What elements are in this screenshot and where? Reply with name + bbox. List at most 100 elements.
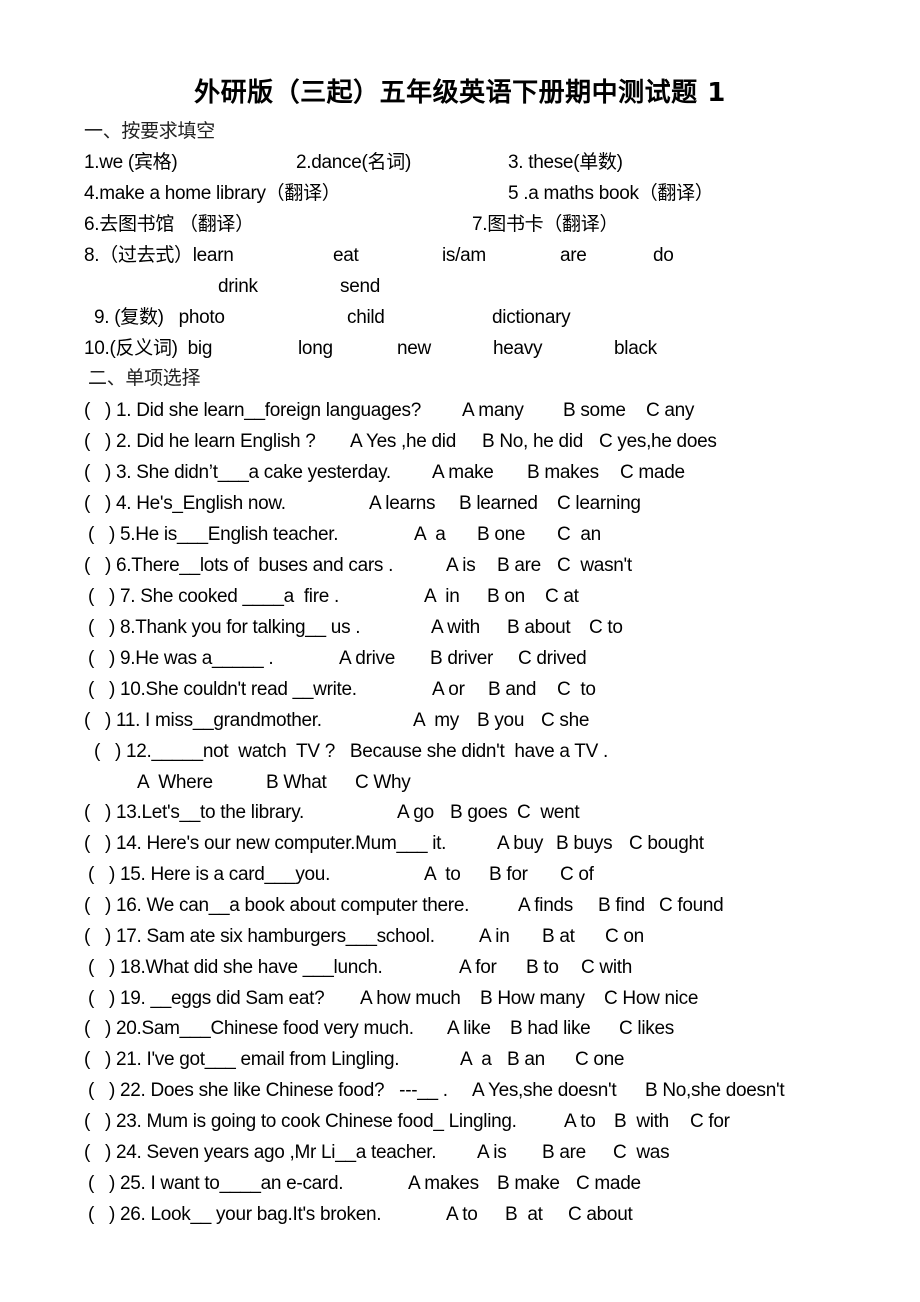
option-b: B for: [489, 864, 528, 885]
fill-row: 9. (复数) photo child dictionary: [0, 302, 920, 333]
option-b: B with: [614, 1111, 669, 1132]
question-row: ( ) 13.Let's__to the library. A go B goes C…: [0, 797, 920, 828]
option-a: A my: [413, 710, 460, 731]
option-b: B an: [507, 1049, 545, 1070]
fill-item: 3. these(单数): [508, 152, 623, 173]
option-c: C Why: [355, 772, 411, 793]
question-stem: ( ) 6.There__lots of buses and cars .: [84, 555, 394, 576]
option-a: A like: [447, 1018, 491, 1039]
option-c: C an: [557, 524, 601, 545]
section-heading-fill-in: 一、按要求填空: [0, 116, 920, 147]
option-a: A or: [432, 679, 465, 700]
question-row: ( ) 5.He is___English teacher. A a B one C …: [0, 519, 920, 550]
fill-item: black: [614, 338, 657, 359]
option-a: A in: [479, 926, 510, 947]
question-stem: ( ) 22. Does she like Chinese food? ---_…: [88, 1080, 448, 1101]
option-a: A Where: [137, 772, 213, 793]
option-c: C one: [575, 1049, 625, 1070]
option-a: A is: [477, 1142, 507, 1163]
option-a: A how much: [360, 988, 461, 1009]
section-heading: 一、按要求填空: [84, 120, 215, 142]
question-stem: ( ) 26. Look__ your bag.It's broken.: [88, 1204, 382, 1225]
question-row: ( ) 8.Thank you for talking__ us . A with…: [0, 612, 920, 643]
option-b: B at: [505, 1204, 543, 1225]
fill-item: child: [347, 307, 385, 328]
option-c: C of: [560, 864, 594, 885]
question-stem: ( ) 7. She cooked ____a fire .: [88, 586, 339, 607]
option-c: C likes: [619, 1018, 674, 1039]
option-b: B about: [507, 617, 571, 638]
question-stem: ( ) 12._____not watch TV ? Because she d…: [94, 741, 608, 762]
question-stem: ( ) 21. I've got___ email from Lingling.: [84, 1049, 400, 1070]
question-row: ( ) 16. We can__a book about computer th…: [0, 890, 920, 921]
fill-item: send: [340, 276, 381, 297]
fill-item: 1.we (宾格): [84, 152, 178, 173]
option-c: C learning: [557, 493, 641, 514]
option-a: A with: [431, 617, 480, 638]
option-c: C yes,he does: [599, 431, 717, 452]
question-stem: ( ) 24. Seven years ago ,Mr Li__a teache…: [84, 1142, 437, 1163]
option-b: B one: [477, 524, 526, 545]
question-row: ( ) 19. __eggs did Sam eat? A how much B H…: [0, 983, 920, 1014]
question-stem: ( ) 17. Sam ate six hamburgers___school.: [84, 926, 435, 947]
fill-item: long: [298, 338, 333, 359]
question-stem: ( ) 1. Did she learn__foreign languages?: [84, 400, 422, 421]
question-row: ( ) 9.He was a_____ . A drive B driver C dr…: [0, 643, 920, 674]
question-stem: ( ) 15. Here is a card___you.: [88, 864, 331, 885]
section-heading-choice: 二、单项选择: [0, 363, 920, 394]
question-row: ( ) 11. I miss__grandmother. A my B you C s…: [0, 705, 920, 736]
option-c: C about: [568, 1204, 633, 1225]
question-stem: ( ) 18.What did she have ___lunch.: [88, 957, 383, 978]
option-a: A drive: [339, 648, 395, 669]
option-c: C to: [557, 679, 596, 700]
option-a: A to: [564, 1111, 596, 1132]
option-b: B and: [488, 679, 537, 700]
option-a: A Yes ,he did: [350, 431, 456, 452]
option-c: C was: [613, 1142, 670, 1163]
option-c: C any: [646, 400, 695, 421]
option-b: B are: [542, 1142, 586, 1163]
question-stem: ( ) 14. Here's our new computer.Mum___ i…: [84, 833, 447, 854]
option-a: A finds: [518, 895, 573, 916]
option-c: C to: [589, 617, 623, 638]
option-b: B No, he did: [482, 431, 583, 452]
option-b: B learned: [459, 493, 538, 514]
option-c: C went: [517, 802, 580, 823]
option-b: B driver: [430, 648, 494, 669]
question-row: ( ) 6.There__lots of buses and cars . A i…: [0, 550, 920, 581]
option-c: C bought: [629, 833, 704, 854]
fill-row: 8.（过去式）learn eat is/am are do: [0, 240, 920, 271]
option-a: A make: [432, 462, 494, 483]
fill-item: 4.make a home library（翻译）: [84, 183, 341, 204]
question-row: ( ) 1. Did she learn__foreign languages?…: [0, 395, 920, 426]
option-b: B on: [487, 586, 525, 607]
fill-row: 6.去图书馆 （翻译） 7.图书卡（翻译）: [0, 209, 920, 240]
option-a: A to: [424, 864, 461, 885]
option-c: C drived: [518, 648, 587, 669]
question-stem: ( ) 3. She didn’t___a cake yesterday.: [84, 462, 391, 483]
question-stem: ( ) 13.Let's__to the library.: [84, 802, 304, 823]
fill-item: 2.dance(名词): [296, 152, 411, 173]
question-stem: ( ) 23. Mum is going to cook Chinese foo…: [84, 1111, 517, 1132]
question-row: ( ) 17. Sam ate six hamburgers___school.…: [0, 921, 920, 952]
question-row: ( ) 2. Did he learn English ? A Yes ,he d…: [0, 426, 920, 457]
option-b: B make: [497, 1173, 560, 1194]
question-stem: ( ) 11. I miss__grandmother.: [84, 710, 322, 731]
fill-row: 1.we (宾格) 2.dance(名词) 3. these(单数): [0, 147, 920, 178]
option-b: B are: [497, 555, 541, 576]
option-c: C with: [581, 957, 632, 978]
option-a: A go: [397, 802, 434, 823]
question-stem: ( ) 25. I want to____an e-card.: [88, 1173, 344, 1194]
question-row: ( ) 22. Does she like Chinese food? ---_…: [0, 1075, 920, 1106]
option-a: A buy: [497, 833, 544, 854]
option-b: B some: [563, 400, 626, 421]
option-b: B to: [526, 957, 559, 978]
section-heading: 二、单项选择: [88, 367, 201, 389]
option-b: B makes: [527, 462, 599, 483]
fill-item: are: [560, 245, 587, 266]
option-c: C on: [605, 926, 644, 947]
option-b: B goes: [450, 802, 508, 823]
fill-item: 10.(反义词) big: [84, 338, 213, 359]
option-b: B No,she doesn't: [645, 1080, 785, 1101]
question-stem: ( ) 2. Did he learn English ?: [84, 431, 316, 452]
